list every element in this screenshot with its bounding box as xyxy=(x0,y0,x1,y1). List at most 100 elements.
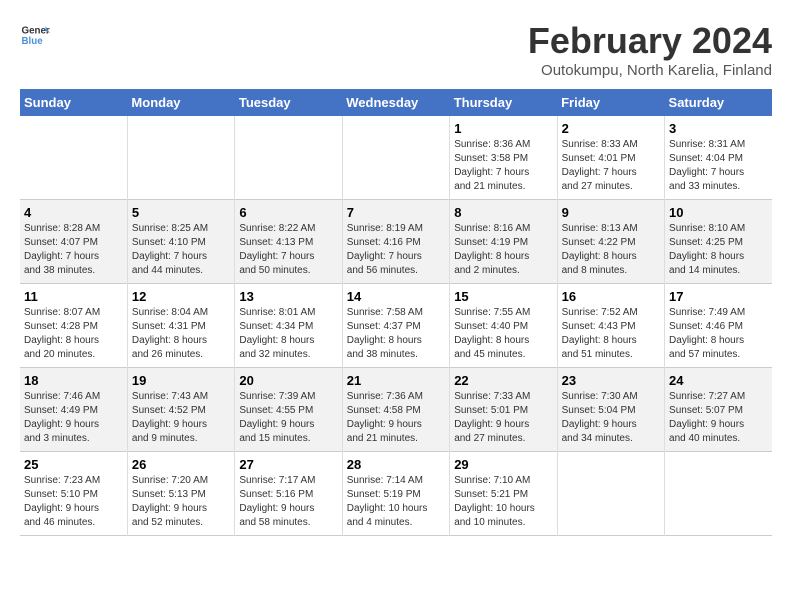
day-number: 28 xyxy=(347,457,445,472)
day-number: 9 xyxy=(562,205,660,220)
calendar-cell xyxy=(342,116,449,200)
week-row-2: 4 Sunrise: 8:28 AM Sunset: 4:07 PM Daylig… xyxy=(20,200,772,284)
day-info: Sunrise: 7:55 AM Sunset: 4:40 PM Dayligh… xyxy=(454,306,552,362)
day-info: Sunrise: 7:30 AM Sunset: 5:04 PM Dayligh… xyxy=(562,390,660,446)
day-info: Sunrise: 8:36 AM Sunset: 3:58 PM Dayligh… xyxy=(454,138,552,194)
day-number: 15 xyxy=(454,289,552,304)
day-info: Sunrise: 7:14 AM Sunset: 5:19 PM Dayligh… xyxy=(347,474,445,530)
day-info: Sunrise: 7:36 AM Sunset: 4:58 PM Dayligh… xyxy=(347,390,445,446)
calendar-cell xyxy=(127,116,234,200)
day-info: Sunrise: 7:17 AM Sunset: 5:16 PM Dayligh… xyxy=(239,474,337,530)
day-info: Sunrise: 8:22 AM Sunset: 4:13 PM Dayligh… xyxy=(239,222,337,278)
day-info: Sunrise: 8:33 AM Sunset: 4:01 PM Dayligh… xyxy=(562,138,660,194)
day-info: Sunrise: 7:49 AM Sunset: 4:46 PM Dayligh… xyxy=(669,306,768,362)
day-header-friday: Friday xyxy=(557,89,664,116)
day-number: 22 xyxy=(454,373,552,388)
day-header-saturday: Saturday xyxy=(665,89,772,116)
calendar-cell: 1Sunrise: 8:36 AM Sunset: 3:58 PM Daylig… xyxy=(450,116,557,200)
calendar-cell: 26 Sunrise: 7:20 AM Sunset: 5:13 PM Dayli… xyxy=(127,452,234,536)
day-number: 4 xyxy=(24,205,123,220)
calendar-cell: 15 Sunrise: 7:55 AM Sunset: 4:40 PM Dayli… xyxy=(450,284,557,368)
week-row-4: 18Sunrise: 7:46 AM Sunset: 4:49 PM Dayli… xyxy=(20,368,772,452)
calendar-cell: 6 Sunrise: 8:22 AM Sunset: 4:13 PM Daylig… xyxy=(235,200,342,284)
calendar-cell: 3 Sunrise: 8:31 AM Sunset: 4:04 PM Daylig… xyxy=(665,116,772,200)
day-number: 6 xyxy=(239,205,337,220)
main-title: February 2024 xyxy=(528,20,772,62)
calendar-cell: 24Sunrise: 7:27 AM Sunset: 5:07 PM Dayli… xyxy=(665,368,772,452)
day-header-thursday: Thursday xyxy=(450,89,557,116)
day-number: 11 xyxy=(24,289,123,304)
calendar-cell: 16 Sunrise: 7:52 AM Sunset: 4:43 PM Dayli… xyxy=(557,284,664,368)
calendar-cell: 19Sunrise: 7:43 AM Sunset: 4:52 PM Dayli… xyxy=(127,368,234,452)
calendar-cell: 21 Sunrise: 7:36 AM Sunset: 4:58 PM Dayli… xyxy=(342,368,449,452)
calendar-cell xyxy=(557,452,664,536)
day-number: 26 xyxy=(132,457,230,472)
subtitle: Outokumpu, North Karelia, Finland xyxy=(528,62,772,79)
calendar-cell: 22 Sunrise: 7:33 AM Sunset: 5:01 PM Dayli… xyxy=(450,368,557,452)
calendar-cell: 27 Sunrise: 7:17 AM Sunset: 5:16 PM Dayli… xyxy=(235,452,342,536)
calendar-cell: 25Sunrise: 7:23 AM Sunset: 5:10 PM Dayli… xyxy=(20,452,127,536)
day-info: Sunrise: 7:20 AM Sunset: 5:13 PM Dayligh… xyxy=(132,474,230,530)
calendar-cell: 8 Sunrise: 8:16 AM Sunset: 4:19 PM Daylig… xyxy=(450,200,557,284)
calendar-body: 1Sunrise: 8:36 AM Sunset: 3:58 PM Daylig… xyxy=(20,116,772,536)
day-info: Sunrise: 7:33 AM Sunset: 5:01 PM Dayligh… xyxy=(454,390,552,446)
calendar-cell: 10 Sunrise: 8:10 AM Sunset: 4:25 PM Dayli… xyxy=(665,200,772,284)
day-number: 17 xyxy=(669,289,768,304)
day-info: Sunrise: 8:01 AM Sunset: 4:34 PM Dayligh… xyxy=(239,306,337,362)
day-number: 16 xyxy=(562,289,660,304)
day-info: Sunrise: 8:25 AM Sunset: 4:10 PM Dayligh… xyxy=(132,222,230,278)
day-header-tuesday: Tuesday xyxy=(235,89,342,116)
calendar-cell: 4 Sunrise: 8:28 AM Sunset: 4:07 PM Daylig… xyxy=(20,200,127,284)
day-info: Sunrise: 7:52 AM Sunset: 4:43 PM Dayligh… xyxy=(562,306,660,362)
day-info: Sunrise: 7:10 AM Sunset: 5:21 PM Dayligh… xyxy=(454,474,552,530)
day-number: 10 xyxy=(669,205,768,220)
day-info: Sunrise: 8:04 AM Sunset: 4:31 PM Dayligh… xyxy=(132,306,230,362)
day-number: 20 xyxy=(239,373,337,388)
day-number: 8 xyxy=(454,205,552,220)
day-info: Sunrise: 8:16 AM Sunset: 4:19 PM Dayligh… xyxy=(454,222,552,278)
calendar-cell: 20 Sunrise: 7:39 AM Sunset: 4:55 PM Dayli… xyxy=(235,368,342,452)
day-info: Sunrise: 8:13 AM Sunset: 4:22 PM Dayligh… xyxy=(562,222,660,278)
calendar-cell: 17 Sunrise: 7:49 AM Sunset: 4:46 PM Dayli… xyxy=(665,284,772,368)
title-block: February 2024 Outokumpu, North Karelia, … xyxy=(528,20,772,79)
calendar-cell: 13 Sunrise: 8:01 AM Sunset: 4:34 PM Dayli… xyxy=(235,284,342,368)
day-number: 5 xyxy=(132,205,230,220)
day-number: 3 xyxy=(669,121,768,136)
day-number: 29 xyxy=(454,457,552,472)
day-number: 23 xyxy=(562,373,660,388)
calendar-cell xyxy=(235,116,342,200)
day-number: 13 xyxy=(239,289,337,304)
logo-icon: General Blue xyxy=(20,20,50,50)
day-info: Sunrise: 7:58 AM Sunset: 4:37 PM Dayligh… xyxy=(347,306,445,362)
day-header-sunday: Sunday xyxy=(20,89,127,116)
day-info: Sunrise: 8:07 AM Sunset: 4:28 PM Dayligh… xyxy=(24,306,123,362)
day-info: Sunrise: 8:31 AM Sunset: 4:04 PM Dayligh… xyxy=(669,138,768,194)
day-number: 7 xyxy=(347,205,445,220)
calendar-cell: 18Sunrise: 7:46 AM Sunset: 4:49 PM Dayli… xyxy=(20,368,127,452)
calendar-cell: 14Sunrise: 7:58 AM Sunset: 4:37 PM Dayli… xyxy=(342,284,449,368)
calendar-cell: 7 Sunrise: 8:19 AM Sunset: 4:16 PM Daylig… xyxy=(342,200,449,284)
day-number: 27 xyxy=(239,457,337,472)
calendar-cell: 2 Sunrise: 8:33 AM Sunset: 4:01 PM Daylig… xyxy=(557,116,664,200)
day-number: 24 xyxy=(669,373,768,388)
calendar-cell xyxy=(20,116,127,200)
day-info: Sunrise: 7:39 AM Sunset: 4:55 PM Dayligh… xyxy=(239,390,337,446)
week-row-5: 25Sunrise: 7:23 AM Sunset: 5:10 PM Dayli… xyxy=(20,452,772,536)
calendar-table: SundayMondayTuesdayWednesdayThursdayFrid… xyxy=(20,89,772,536)
calendar-cell: 29 Sunrise: 7:10 AM Sunset: 5:21 PM Dayli… xyxy=(450,452,557,536)
day-number: 2 xyxy=(562,121,660,136)
day-info: Sunrise: 8:28 AM Sunset: 4:07 PM Dayligh… xyxy=(24,222,123,278)
logo: General Blue xyxy=(20,20,50,50)
day-header-monday: Monday xyxy=(127,89,234,116)
day-info: Sunrise: 8:19 AM Sunset: 4:16 PM Dayligh… xyxy=(347,222,445,278)
week-row-1: 1Sunrise: 8:36 AM Sunset: 3:58 PM Daylig… xyxy=(20,116,772,200)
header: General Blue February 2024 Outokumpu, No… xyxy=(20,20,772,79)
calendar-cell xyxy=(665,452,772,536)
calendar-cell: 23 Sunrise: 7:30 AM Sunset: 5:04 PM Dayli… xyxy=(557,368,664,452)
day-info: Sunrise: 8:10 AM Sunset: 4:25 PM Dayligh… xyxy=(669,222,768,278)
day-number: 21 xyxy=(347,373,445,388)
calendar-cell: 11 Sunrise: 8:07 AM Sunset: 4:28 PM Dayli… xyxy=(20,284,127,368)
day-number: 12 xyxy=(132,289,230,304)
header-row: SundayMondayTuesdayWednesdayThursdayFrid… xyxy=(20,89,772,116)
day-number: 25 xyxy=(24,457,123,472)
